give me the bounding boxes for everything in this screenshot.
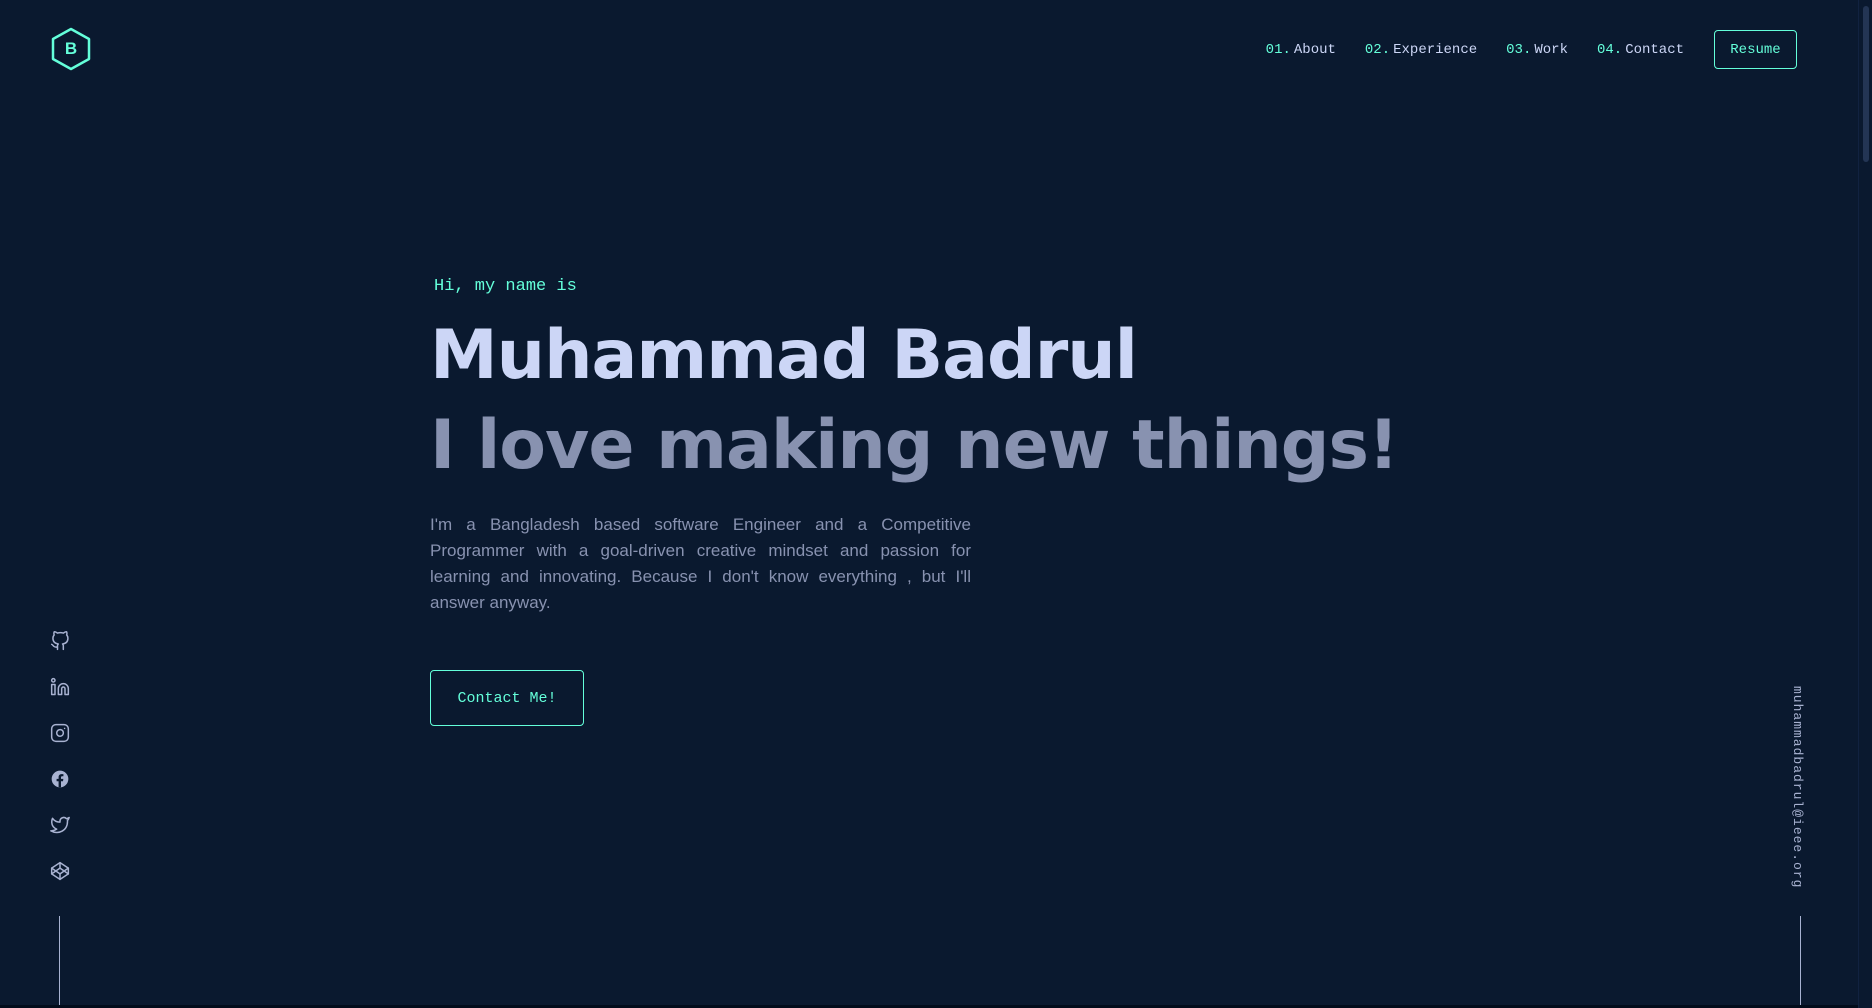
page-scrollbar[interactable] (1858, 0, 1872, 1008)
nav-label: Experience (1393, 41, 1478, 58)
nav-item-about[interactable]: 01. About (1266, 42, 1336, 58)
left-divider-line (59, 916, 60, 1008)
email-column: muhammadbadrul@ieee.org (1790, 686, 1810, 888)
linkedin-icon[interactable] (49, 676, 71, 698)
portfolio-page: B 01. About 02. Experience 03. Work 04. Cont… (0, 0, 1858, 1008)
logo-hexagon-icon[interactable]: B (50, 27, 92, 71)
facebook-icon[interactable] (49, 768, 71, 790)
nav-number: 04. (1596, 41, 1623, 58)
nav-number: 01. (1265, 41, 1291, 58)
scrollbar-thumb[interactable] (1863, 6, 1869, 162)
top-nav: 01. About 02. Experience 03. Work 04. Contac… (1266, 30, 1797, 69)
hero-bio: I'm a Bangladesh based software Engineer… (430, 515, 971, 612)
nav-label: About (1293, 41, 1336, 58)
github-icon[interactable] (49, 630, 71, 652)
nav-label: Work (1534, 41, 1568, 58)
nav-item-work[interactable]: 03. Work (1506, 42, 1568, 58)
nav-number: 02. (1364, 41, 1391, 58)
twitter-icon[interactable] (49, 814, 71, 836)
resume-button[interactable]: Resume (1714, 30, 1797, 69)
hero-name: Muhammad Badrul (430, 316, 1138, 395)
hero-greeting: Hi, my name is (434, 277, 577, 296)
hero-tagline: I love making new things! (430, 406, 1399, 485)
nav-label: Contact (1625, 41, 1684, 58)
instagram-icon[interactable] (49, 722, 71, 744)
email-link[interactable]: muhammadbadrul@ieee.org (1790, 686, 1805, 888)
codepen-icon[interactable] (49, 860, 71, 882)
social-links (48, 630, 72, 906)
contact-me-button[interactable]: Contact Me! (430, 670, 584, 726)
nav-item-experience[interactable]: 02. Experience (1365, 42, 1477, 58)
nav-item-contact[interactable]: 04. Contact (1597, 42, 1684, 58)
logo-letter: B (64, 39, 78, 58)
right-divider-line (1800, 916, 1801, 1008)
nav-number: 03. (1506, 41, 1532, 58)
